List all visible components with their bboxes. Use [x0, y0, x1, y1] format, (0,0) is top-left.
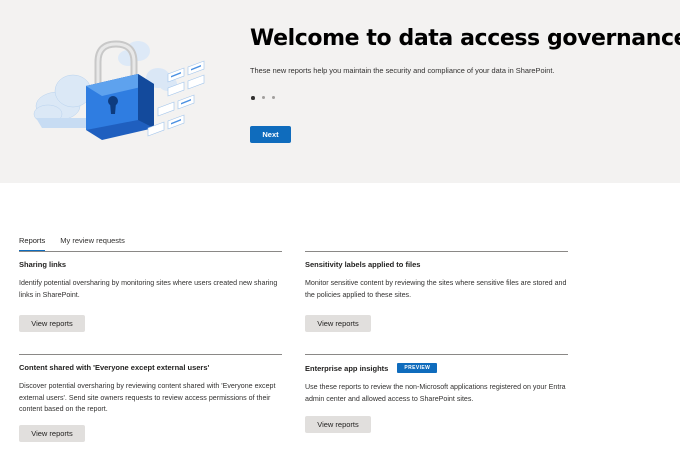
cloud-padlock-illustration: [33, 40, 205, 140]
carousel-dot-3[interactable]: [271, 96, 275, 100]
view-reports-button-sharing-links[interactable]: View reports: [19, 315, 85, 332]
view-reports-button-everyone-except-external[interactable]: View reports: [19, 425, 85, 442]
tab-reports[interactable]: Reports: [19, 236, 46, 252]
card-description: Use these reports to review the non-Micr…: [305, 383, 566, 403]
card-title: Enterprise app insights: [305, 363, 389, 373]
card-enterprise-app-insights: Enterprise app insights PREVIEW Use thes…: [305, 354, 568, 405]
card-title-row: Enterprise app insights PREVIEW: [305, 363, 568, 373]
card-sharing-links: Sharing links Identify potential oversha…: [19, 251, 282, 301]
welcome-subtitle: These new reports help you maintain the …: [250, 66, 555, 75]
preview-badge: PREVIEW: [397, 363, 438, 373]
card-sensitivity-labels: Sensitivity labels applied to files Moni…: [305, 251, 568, 301]
card-everyone-except-external: Content shared with 'Everyone except ext…: [19, 354, 282, 416]
card-description: Monitor sensitive content by reviewing t…: [305, 279, 567, 299]
welcome-banner: Welcome to data access governance These …: [0, 0, 680, 183]
card-description: Discover potential oversharing by review…: [19, 382, 276, 413]
card-title: Content shared with 'Everyone except ext…: [19, 363, 210, 372]
report-tabs: Reports My review requests: [19, 236, 125, 252]
view-reports-button-sensitivity-labels[interactable]: View reports: [305, 315, 371, 332]
view-reports-button-enterprise-app-insights[interactable]: View reports: [305, 416, 371, 433]
page-title: Welcome to data access governance: [250, 26, 680, 51]
carousel-indicator: [251, 96, 275, 100]
carousel-dot-1[interactable]: [251, 96, 255, 100]
card-description: Identify potential oversharing by monito…: [19, 279, 278, 299]
card-title: Sharing links: [19, 260, 67, 269]
tab-my-review-requests[interactable]: My review requests: [60, 236, 125, 252]
card-title: Sensitivity labels applied to files: [305, 260, 421, 269]
carousel-dot-2[interactable]: [261, 96, 265, 100]
next-button[interactable]: Next: [250, 126, 291, 143]
